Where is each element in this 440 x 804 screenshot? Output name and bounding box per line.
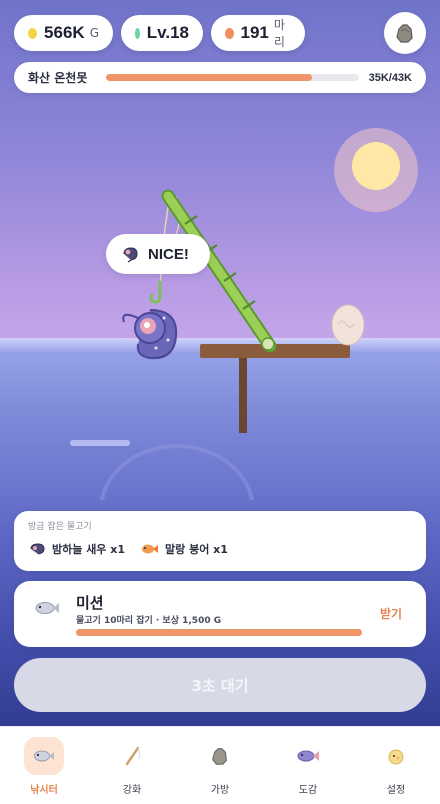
level-dot (135, 27, 140, 39)
location-name: 화산 온천못 (28, 71, 88, 85)
recent-catch-title: 방금 잡은 물고기 (28, 522, 92, 532)
nav-label: 낚시터 (30, 785, 58, 796)
nav-icon-wrap (24, 737, 64, 775)
bubble-text: NICE! (148, 245, 189, 263)
collection-fish-icon (297, 750, 319, 762)
dock-post (239, 355, 247, 433)
mission-description: 물고기 10마리 잡기 · 보상 1,500 G (76, 616, 222, 626)
hook (149, 280, 162, 304)
location-progress-bar: 화산 온천못 35K/43K (14, 62, 426, 93)
nav-label: 강화 (122, 785, 142, 796)
silver-fish-icon (35, 602, 59, 614)
caught-shrimp (122, 309, 178, 360)
gold-dot (28, 27, 38, 39)
fish-count-unit: 마리 (273, 18, 285, 49)
recent-catch-name: 말랑 붕어 x1 (165, 543, 228, 556)
nav-icon-wrap (112, 737, 152, 775)
fish-icon (34, 750, 54, 762)
fish-count: 191 마리 (211, 15, 305, 51)
recent-catch-card: 방금 잡은 물고기 밤하늘 새우 x1 말랑 붕어 x1 (14, 511, 426, 571)
gold-unit: G (89, 26, 99, 40)
nav-item-settings[interactable]: 설정 (352, 727, 440, 804)
fish-count-dot (225, 27, 234, 39)
cast-wait-label: 3초 대기 (191, 676, 249, 695)
mission-claim-button[interactable]: 받기 (380, 605, 402, 622)
stone-bag-icon (396, 24, 413, 43)
mission-progress-track (76, 629, 362, 636)
recent-catch-item: 말랑 붕어 x1 (139, 541, 228, 557)
chick-icon (388, 749, 404, 765)
mission-card: 미션 물고기 10마리 잡기 · 보상 1,500 G 받기 (14, 581, 426, 647)
shrimp-icon (123, 247, 138, 263)
level-badge: Lv.18 (121, 15, 203, 51)
nav-item-collection[interactable]: 도감 (264, 727, 352, 804)
sun (352, 142, 400, 190)
nav-item-bag[interactable]: 가방 (176, 727, 264, 804)
nav-icon-wrap (288, 737, 328, 775)
recent-catch-item: 밤하늘 새우 x1 (28, 541, 125, 557)
nav-item-upgrade[interactable]: 강화 (88, 727, 176, 804)
nav-item-fishing[interactable]: 낚시터 (0, 727, 88, 804)
stone-bag-button[interactable] (384, 12, 426, 54)
fishing-rod-icon (125, 746, 141, 766)
nav-icon-wrap (200, 737, 240, 775)
nav-label: 도감 (298, 785, 318, 796)
recent-catch-name: 밤하늘 새우 x1 (52, 543, 126, 556)
level-value: Lv.18 (146, 23, 189, 42)
mission-title: 미션 (76, 594, 104, 612)
nav-icon-wrap (376, 737, 416, 775)
night-shrimp-icon (30, 543, 45, 555)
location-progress-fill (106, 74, 312, 81)
bag-icon (212, 748, 227, 765)
nice-bubble: NICE! (106, 234, 210, 274)
orange-goldfish-icon (142, 544, 159, 554)
bottom-nav: 낚시터 강화 가방 도감 설정 (0, 726, 440, 804)
water-streak (70, 440, 130, 446)
egg (331, 304, 365, 346)
fish-count-value: 191 (240, 23, 269, 42)
location-progress-track (106, 74, 359, 81)
water-ripple (99, 444, 255, 500)
mission-progress-fill (76, 629, 362, 636)
gold-balance: 566K G (14, 15, 113, 51)
cast-wait-button[interactable]: 3초 대기 (14, 658, 426, 712)
nav-label: 설정 (386, 785, 406, 796)
nav-label: 가방 (210, 785, 230, 796)
location-progress-text: 35K/43K (368, 71, 412, 84)
gold-value: 566K (44, 23, 85, 42)
